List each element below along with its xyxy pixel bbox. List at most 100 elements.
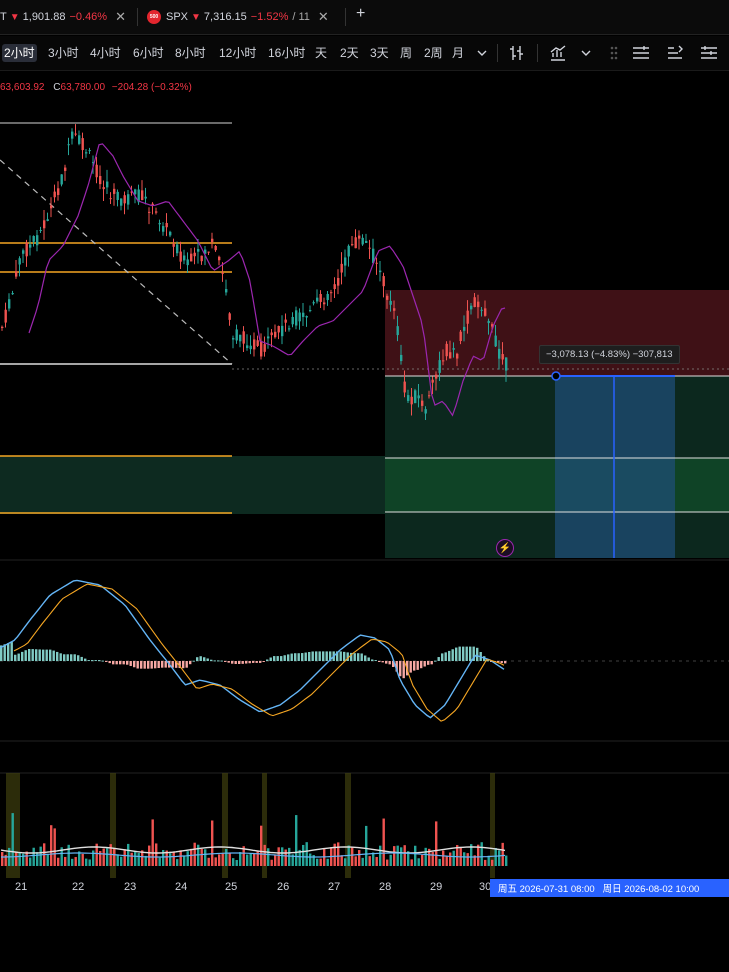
macd-histogram-bar xyxy=(196,657,199,661)
candle-body xyxy=(211,238,214,242)
timeframe-9[interactable]: 3天 xyxy=(368,44,391,62)
new-tab-button[interactable]: + xyxy=(356,5,365,23)
volume-bar xyxy=(452,850,455,866)
macd-histogram-bar xyxy=(378,661,381,662)
macd-histogram-bar xyxy=(38,649,41,661)
macd-histogram-bar xyxy=(31,649,34,661)
timeframe-8[interactable]: 2天 xyxy=(338,44,361,62)
ohlc-close: 63,603.92 xyxy=(0,82,45,93)
close-icon[interactable]: ✕ xyxy=(115,9,126,25)
macd-histogram-bar xyxy=(245,661,248,664)
candle-body xyxy=(407,395,410,401)
volume-bar xyxy=(106,848,109,866)
candle-body xyxy=(344,257,347,266)
candle-body xyxy=(494,335,497,347)
candle-body xyxy=(71,131,74,139)
timeframe-11[interactable]: 2周 xyxy=(422,44,445,62)
candle-body xyxy=(99,176,102,185)
macd-histogram-bar xyxy=(119,661,122,665)
timeframe-7[interactable]: 天 xyxy=(313,44,329,62)
candle-body xyxy=(228,313,231,320)
timeframe-5[interactable]: 12小时 xyxy=(217,44,258,62)
volume-bar xyxy=(225,848,228,866)
timeframe-3[interactable]: 6小时 xyxy=(131,44,166,62)
candle-body xyxy=(438,360,441,373)
macd-histogram-bar xyxy=(283,655,286,661)
timeframe-2[interactable]: 4小时 xyxy=(88,44,123,62)
candle-body xyxy=(379,270,382,273)
volume-bars xyxy=(1,813,508,866)
candle-body xyxy=(85,152,88,154)
macd-line xyxy=(0,579,505,719)
candle-body xyxy=(102,187,105,190)
candle-body xyxy=(400,354,403,362)
volume-bar xyxy=(438,858,441,866)
macd-histogram-bar xyxy=(252,661,255,663)
date-tick: 21 xyxy=(15,881,28,893)
timeframe-1[interactable]: 3小时 xyxy=(46,44,81,62)
trend-line[interactable] xyxy=(0,159,233,365)
candle-body xyxy=(81,138,84,151)
chevron-down-icon[interactable] xyxy=(472,43,492,63)
macd-histogram-bar xyxy=(73,654,76,661)
chevron-down-icon[interactable] xyxy=(576,43,596,63)
candle-body xyxy=(221,272,224,274)
candle-body xyxy=(46,219,49,221)
volume-bar xyxy=(344,858,347,866)
tab-symbol-2[interactable]: 500 SPX ▼ 7,316.15 −1.52% / 11 ✕ xyxy=(147,5,329,29)
lightning-icon[interactable]: ⚡ xyxy=(496,539,514,557)
tab-symbol-2-change: −1.52% xyxy=(250,11,289,23)
macd-histogram-bar xyxy=(115,661,118,665)
volume-bar xyxy=(368,856,371,866)
ohlc-readout: 63,603.92 C63,780.00 −204.28 (−0.32%) xyxy=(0,82,192,93)
tab-symbol-1[interactable]: T ▼ 1,901.88 −0.46% ✕ xyxy=(0,5,126,29)
macd-histogram-bar xyxy=(301,653,304,661)
volume-bar xyxy=(284,849,287,866)
timeframe-6[interactable]: 16小时 xyxy=(266,44,307,62)
bar-style-icon[interactable] xyxy=(507,43,527,63)
date-tick: 25 xyxy=(225,881,238,893)
measure-handle[interactable] xyxy=(551,371,561,381)
layout-icon[interactable] xyxy=(699,43,719,63)
candle-body xyxy=(106,181,109,188)
timeframe-10[interactable]: 周 xyxy=(398,44,414,62)
timeframe-0[interactable]: 2小时 xyxy=(2,44,37,62)
candle-body xyxy=(302,312,305,317)
macd-histogram-bar xyxy=(147,661,150,669)
candle-body xyxy=(32,235,35,242)
volume-bar xyxy=(309,853,312,866)
volume-bar xyxy=(11,813,14,866)
indicators-icon[interactable] xyxy=(548,43,568,63)
macd-histogram-bar xyxy=(458,646,461,661)
volume-bar xyxy=(22,853,25,866)
timeframe-12[interactable]: 月 xyxy=(450,44,466,62)
price-chart[interactable] xyxy=(0,72,729,878)
candle-body xyxy=(375,262,378,264)
alert-list-icon[interactable] xyxy=(631,43,651,63)
macd-histogram-bar xyxy=(210,659,213,661)
candle-body xyxy=(470,305,473,310)
volume-bar xyxy=(393,846,396,866)
volume-bar xyxy=(151,819,154,866)
close-icon[interactable]: ✕ xyxy=(318,9,329,25)
macd-histogram-bar xyxy=(45,649,48,661)
macd-histogram-bar xyxy=(189,661,192,665)
drag-handle-icon[interactable] xyxy=(604,43,624,63)
macd-histogram-bar xyxy=(448,650,451,661)
volume-bar xyxy=(137,852,140,866)
replay-icon[interactable] xyxy=(665,43,685,63)
candle-body xyxy=(1,326,4,328)
toolbar-divider xyxy=(537,44,538,62)
timeframe-4[interactable]: 8小时 xyxy=(173,44,208,62)
volume-bar xyxy=(484,859,487,866)
candle-body xyxy=(393,308,396,311)
candle-body xyxy=(365,240,368,243)
volume-bar xyxy=(288,847,291,866)
macd-histogram-bar xyxy=(80,656,83,661)
candle-body xyxy=(165,222,168,228)
candle-body xyxy=(36,235,39,246)
macd-histogram-bar xyxy=(374,660,377,662)
volume-bar xyxy=(235,859,238,866)
macd-histogram-bar xyxy=(199,656,202,661)
macd-histogram-bar xyxy=(182,661,185,669)
